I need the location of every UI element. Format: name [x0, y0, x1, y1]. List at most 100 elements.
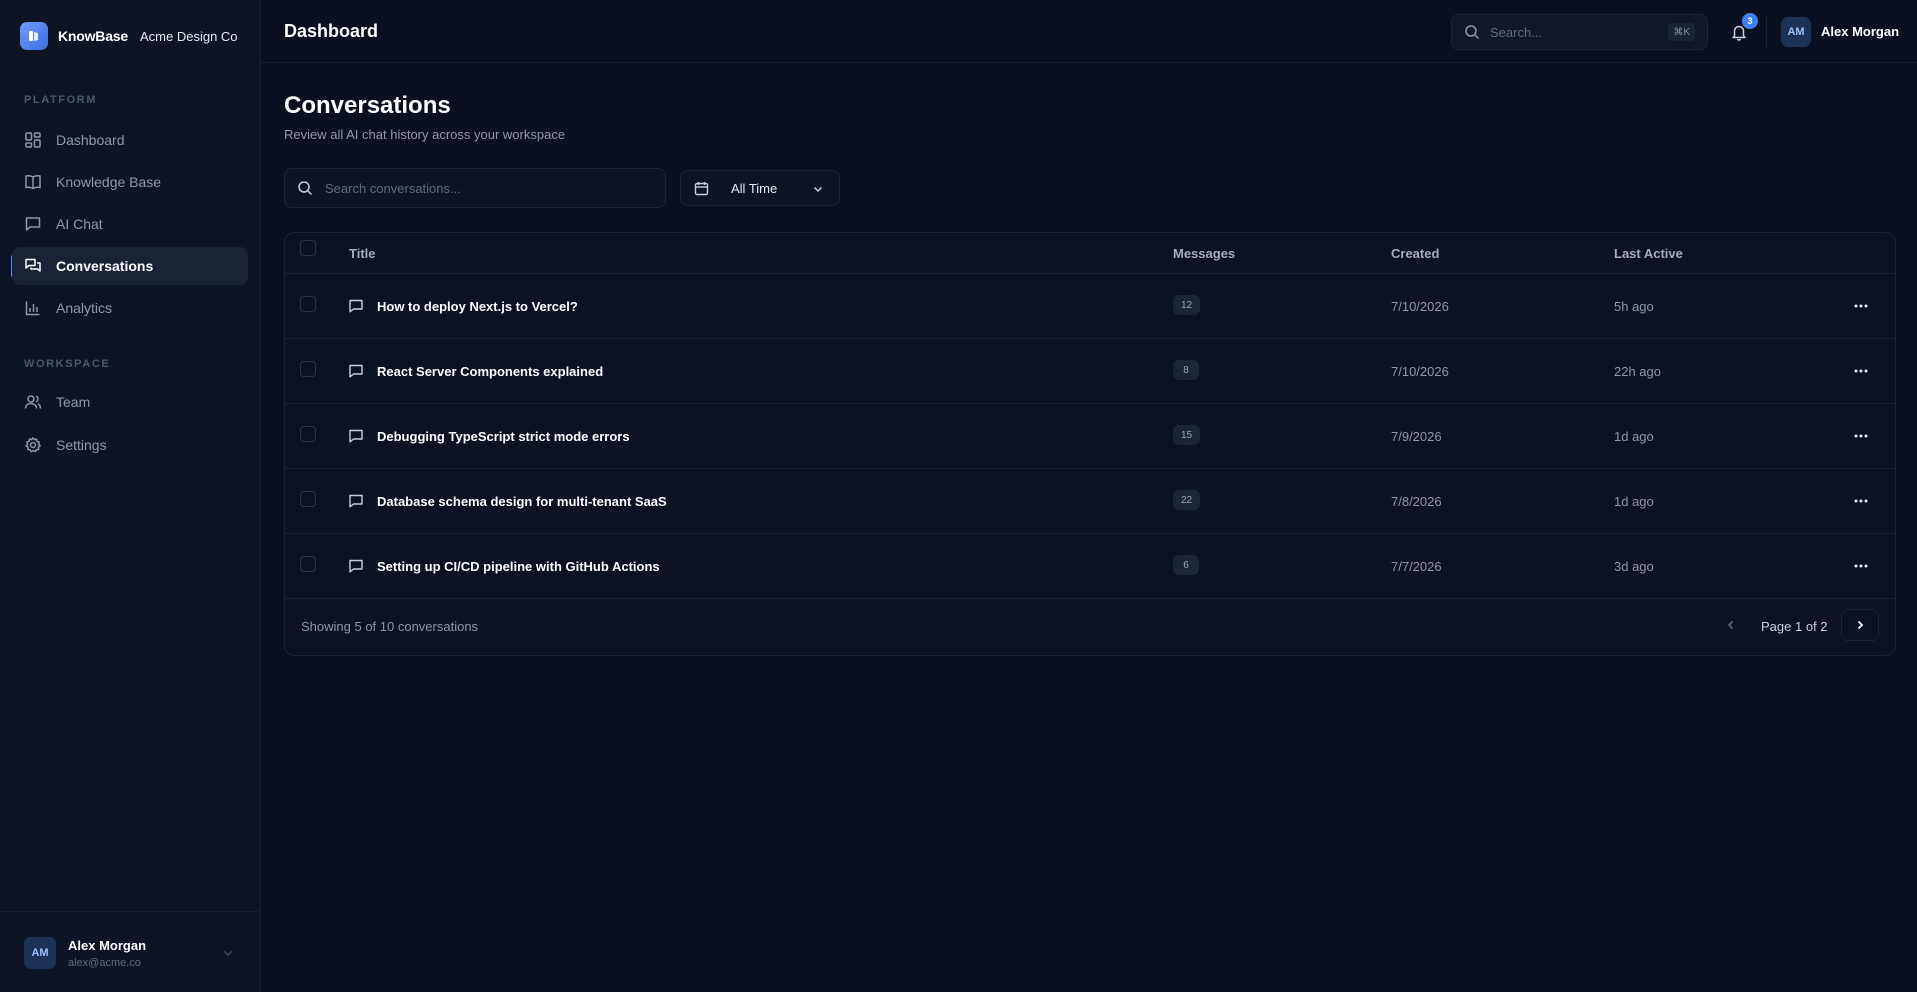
conversation-title[interactable]: How to deploy Next.js to Vercel? — [377, 299, 578, 314]
table-row[interactable]: React Server Components explained 8 7/10… — [285, 339, 1895, 404]
time-range-select[interactable]: All Time — [680, 170, 840, 206]
page-indicator: Page 1 of 2 — [1761, 619, 1828, 634]
grid-icon — [24, 131, 42, 149]
table-row[interactable]: Setting up CI/CD pipeline with GitHub Ac… — [285, 534, 1895, 599]
last-active: 1d ago — [1614, 429, 1654, 444]
next-page-button[interactable] — [1841, 609, 1879, 641]
more-horizontal-icon[interactable] — [1851, 428, 1871, 444]
top-bar: Dashboard Search... ⌘K 3 AM Alex Morgan — [261, 0, 1917, 63]
sidebar-item-label: Knowledge Base — [56, 174, 162, 190]
previous-page-button[interactable] — [1715, 609, 1747, 641]
conversation-search[interactable] — [284, 168, 666, 208]
conversation-title[interactable]: Debugging TypeScript strict mode errors — [377, 429, 630, 444]
column-header-title[interactable]: Title — [349, 246, 376, 261]
row-checkbox[interactable] — [300, 296, 316, 312]
conversation-title[interactable]: React Server Components explained — [377, 364, 603, 379]
message-icon — [348, 493, 364, 509]
avatar[interactable]: AM — [1781, 17, 1811, 47]
bar-chart-icon — [24, 299, 42, 317]
sidebar-item-label: AI Chat — [56, 216, 103, 232]
showing-count: Showing 5 of 10 conversations — [301, 619, 479, 634]
sidebar-item-label: Dashboard — [56, 132, 125, 148]
conversation-search-input[interactable] — [325, 180, 645, 196]
search-icon — [297, 180, 313, 196]
more-horizontal-icon[interactable] — [1851, 493, 1871, 509]
gear-icon — [24, 436, 42, 454]
message-icon — [348, 558, 364, 574]
table-header: Title Messages Created Last Active — [285, 233, 1895, 274]
created-date: 7/9/2026 — [1391, 429, 1442, 444]
row-checkbox[interactable] — [300, 361, 316, 377]
global-search-placeholder: Search... — [1490, 24, 1543, 40]
select-all-checkbox[interactable] — [300, 240, 316, 256]
user-menu[interactable]: AM Alex Morgan alex@acme.co — [0, 911, 261, 992]
chevron-down-icon — [811, 182, 825, 196]
sidebar: KnowBase Acme Design Co PLATFORM Dashboa… — [0, 0, 261, 992]
message-count-badge: 15 — [1173, 425, 1201, 445]
created-date: 7/7/2026 — [1391, 559, 1442, 574]
column-header-messages[interactable]: Messages — [1173, 246, 1235, 261]
brand-logo-icon — [20, 22, 48, 50]
created-date: 7/8/2026 — [1391, 494, 1442, 509]
page-title: Conversations — [284, 92, 451, 119]
chevron-right-icon — [1853, 618, 1867, 632]
page-subtitle: Review all AI chat history across your w… — [284, 127, 566, 142]
created-date: 7/10/2026 — [1391, 364, 1449, 379]
sidebar-item-label: Team — [56, 394, 91, 410]
more-horizontal-icon[interactable] — [1851, 558, 1871, 574]
avatar: AM — [24, 937, 56, 969]
brand-org: Acme Design Co — [139, 28, 238, 44]
sidebar-item-settings[interactable]: Settings — [12, 426, 248, 464]
chevron-down-icon — [220, 945, 236, 961]
page-header-title: Dashboard — [284, 21, 379, 41]
table-row[interactable]: How to deploy Next.js to Vercel? 12 7/10… — [285, 274, 1895, 339]
message-icon — [348, 428, 364, 444]
last-active: 3d ago — [1614, 559, 1654, 574]
user-email: alex@acme.co — [68, 957, 141, 969]
message-count-badge: 6 — [1173, 555, 1199, 575]
header-user-name[interactable]: Alex Morgan — [1821, 24, 1899, 39]
sidebar-item-team[interactable]: Team — [12, 383, 248, 421]
conversation-title[interactable]: Setting up CI/CD pipeline with GitHub Ac… — [377, 559, 660, 574]
created-date: 7/10/2026 — [1391, 299, 1449, 314]
brand[interactable]: KnowBase Acme Design Co — [20, 22, 238, 50]
message-count-badge: 8 — [1173, 360, 1199, 380]
conversation-title[interactable]: Database schema design for multi-tenant … — [377, 494, 667, 509]
last-active: 1d ago — [1614, 494, 1654, 509]
sidebar-item-ai-chat[interactable]: AI Chat — [12, 205, 248, 243]
column-header-last-active[interactable]: Last Active — [1614, 246, 1683, 261]
sidebar-item-conversations[interactable]: Conversations — [12, 247, 248, 285]
message-count-badge: 12 — [1173, 295, 1201, 315]
user-name: Alex Morgan — [68, 938, 147, 953]
global-search[interactable]: Search... ⌘K — [1451, 14, 1708, 50]
conversations-table: Title Messages Created Last Active How t… — [284, 232, 1896, 656]
section-label-workspace: WORKSPACE — [24, 358, 111, 370]
table-footer: Showing 5 of 10 conversations Page 1 of … — [285, 595, 1895, 657]
message-icon — [24, 215, 42, 233]
table-row[interactable]: Database schema design for multi-tenant … — [285, 469, 1895, 534]
more-horizontal-icon[interactable] — [1851, 363, 1871, 379]
sidebar-item-label: Settings — [56, 437, 107, 453]
divider — [1766, 16, 1767, 48]
message-icon — [348, 298, 364, 314]
row-checkbox[interactable] — [300, 556, 316, 572]
users-icon — [24, 393, 42, 411]
row-checkbox[interactable] — [300, 426, 316, 442]
column-header-created[interactable]: Created — [1391, 246, 1439, 261]
sidebar-item-dashboard[interactable]: Dashboard — [12, 121, 248, 159]
calendar-icon — [694, 181, 709, 196]
more-horizontal-icon[interactable] — [1851, 298, 1871, 314]
sidebar-item-knowledge-base[interactable]: Knowledge Base — [12, 163, 248, 201]
brand-name: KnowBase — [58, 28, 128, 44]
table-row[interactable]: Debugging TypeScript strict mode errors … — [285, 404, 1895, 469]
sidebar-item-label: Conversations — [56, 258, 154, 274]
messages-icon — [24, 257, 42, 275]
row-checkbox[interactable] — [300, 491, 316, 507]
chevron-left-icon — [1724, 618, 1738, 632]
message-icon — [348, 363, 364, 379]
last-active: 22h ago — [1614, 364, 1661, 379]
sidebar-item-analytics[interactable]: Analytics — [12, 289, 248, 327]
sidebar-item-label: Analytics — [56, 300, 113, 316]
time-range-value: All Time — [731, 180, 778, 196]
message-count-badge: 22 — [1173, 490, 1201, 510]
